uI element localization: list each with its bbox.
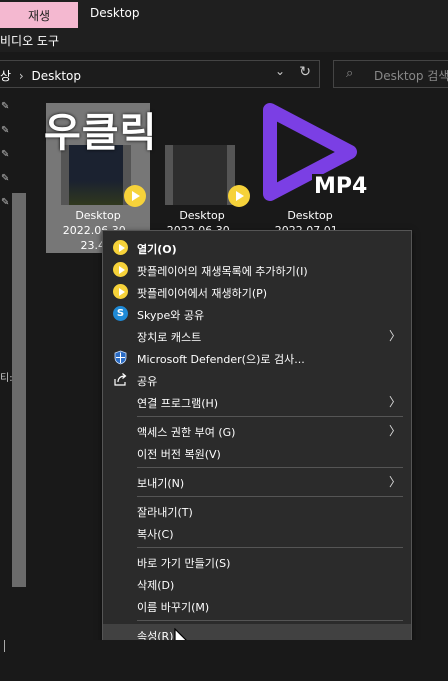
- mp4-label: MP4: [312, 174, 370, 199]
- potplayer-badge-icon: [124, 185, 146, 207]
- title-bar: 재생 Desktop: [0, 0, 448, 30]
- potplayer-icon: [113, 284, 128, 299]
- pin-icon: ✎: [1, 125, 10, 136]
- search-box[interactable]: ⌕ Desktop 검색: [333, 60, 448, 88]
- sidebar-item-label[interactable]: 티:: [0, 369, 13, 384]
- menu-item-send-to[interactable]: 보내기(N) 〉: [103, 471, 411, 493]
- skype-icon: S: [113, 306, 128, 321]
- status-divider: [4, 640, 5, 652]
- pin-icon: ✎: [1, 197, 10, 208]
- address-toolbar: 상 › Desktop ⌄ ↻ ⌕ Desktop 검색: [0, 56, 448, 92]
- menu-item-rename[interactable]: 이름 바꾸기(M): [103, 595, 411, 617]
- menu-separator: [137, 547, 403, 548]
- menu-item-add-playlist[interactable]: 팟플레이어의 재생목록에 추가하기(I): [103, 259, 411, 281]
- chevron-down-icon[interactable]: ⌄: [275, 64, 285, 78]
- breadcrumb-prev[interactable]: 상: [0, 69, 11, 83]
- menu-item-share[interactable]: 공유: [103, 369, 411, 391]
- menu-separator: [137, 467, 403, 468]
- window-title: Desktop: [90, 6, 140, 20]
- tab-play[interactable]: 재생: [0, 2, 78, 28]
- menu-item-cast[interactable]: 장치로 캐스트 〉: [103, 325, 411, 347]
- shield-icon: [114, 350, 127, 365]
- menu-item-defender[interactable]: Microsoft Defender(으)로 검사...: [103, 347, 411, 369]
- ribbon: 비디오 도구: [0, 30, 448, 52]
- breadcrumb[interactable]: 상 › Desktop: [0, 67, 81, 84]
- video-thumbnail: [165, 145, 235, 205]
- menu-item-skype-share[interactable]: S Skype와 공유: [103, 303, 411, 325]
- menu-item-create-shortcut[interactable]: 바로 가기 만들기(S): [103, 551, 411, 573]
- pin-icon: ✎: [1, 173, 10, 184]
- chevron-right-icon: 〉: [388, 395, 401, 409]
- menu-item-give-access[interactable]: 액세스 권한 부여 (G) 〉: [103, 420, 411, 442]
- status-bar: [0, 640, 448, 681]
- potplayer-icon: [113, 262, 128, 277]
- search-input[interactable]: Desktop 검색: [374, 67, 448, 84]
- pin-icon: ✎: [1, 149, 10, 160]
- menu-item-open-with[interactable]: 연결 프로그램(H) 〉: [103, 391, 411, 413]
- potplayer-icon: [113, 240, 128, 255]
- breadcrumb-current[interactable]: Desktop: [32, 69, 82, 83]
- tab-video-tools[interactable]: 비디오 도구: [0, 32, 59, 49]
- chevron-right-icon: 〉: [388, 329, 401, 343]
- menu-item-restore-previous[interactable]: 이전 버전 복원(V): [103, 442, 411, 464]
- context-menu: 열기(O) 팟플레이어의 재생목록에 추가하기(I) 팟플레이어에서 재생하기(…: [102, 230, 412, 648]
- menu-item-copy[interactable]: 복사(C): [103, 522, 411, 544]
- chevron-right-icon: 〉: [388, 424, 401, 438]
- refresh-icon[interactable]: ↻: [299, 64, 311, 80]
- overlay-caption: 우클릭: [44, 110, 158, 156]
- share-icon: [114, 373, 127, 386]
- sidebar-scrollbar[interactable]: [12, 193, 26, 587]
- menu-separator: [137, 416, 403, 417]
- menu-item-delete[interactable]: 삭제(D): [103, 573, 411, 595]
- menu-item-cut[interactable]: 잘라내기(T): [103, 500, 411, 522]
- address-bar[interactable]: 상 › Desktop ⌄ ↻: [0, 60, 320, 88]
- menu-item-open[interactable]: 열기(O): [103, 237, 411, 259]
- menu-separator: [137, 496, 403, 497]
- chevron-right-icon: 〉: [388, 475, 401, 489]
- menu-separator: [137, 620, 403, 621]
- breadcrumb-separator: ›: [18, 69, 24, 83]
- menu-item-play-in-potplayer[interactable]: 팟플레이어에서 재생하기(P): [103, 281, 411, 303]
- search-icon: ⌕: [346, 66, 354, 81]
- pin-icon: ✎: [1, 101, 10, 112]
- potplayer-badge-icon: [228, 185, 250, 207]
- navigation-pane: ✎ ✎ ✎ ✎ ✎ 티:: [0, 95, 30, 660]
